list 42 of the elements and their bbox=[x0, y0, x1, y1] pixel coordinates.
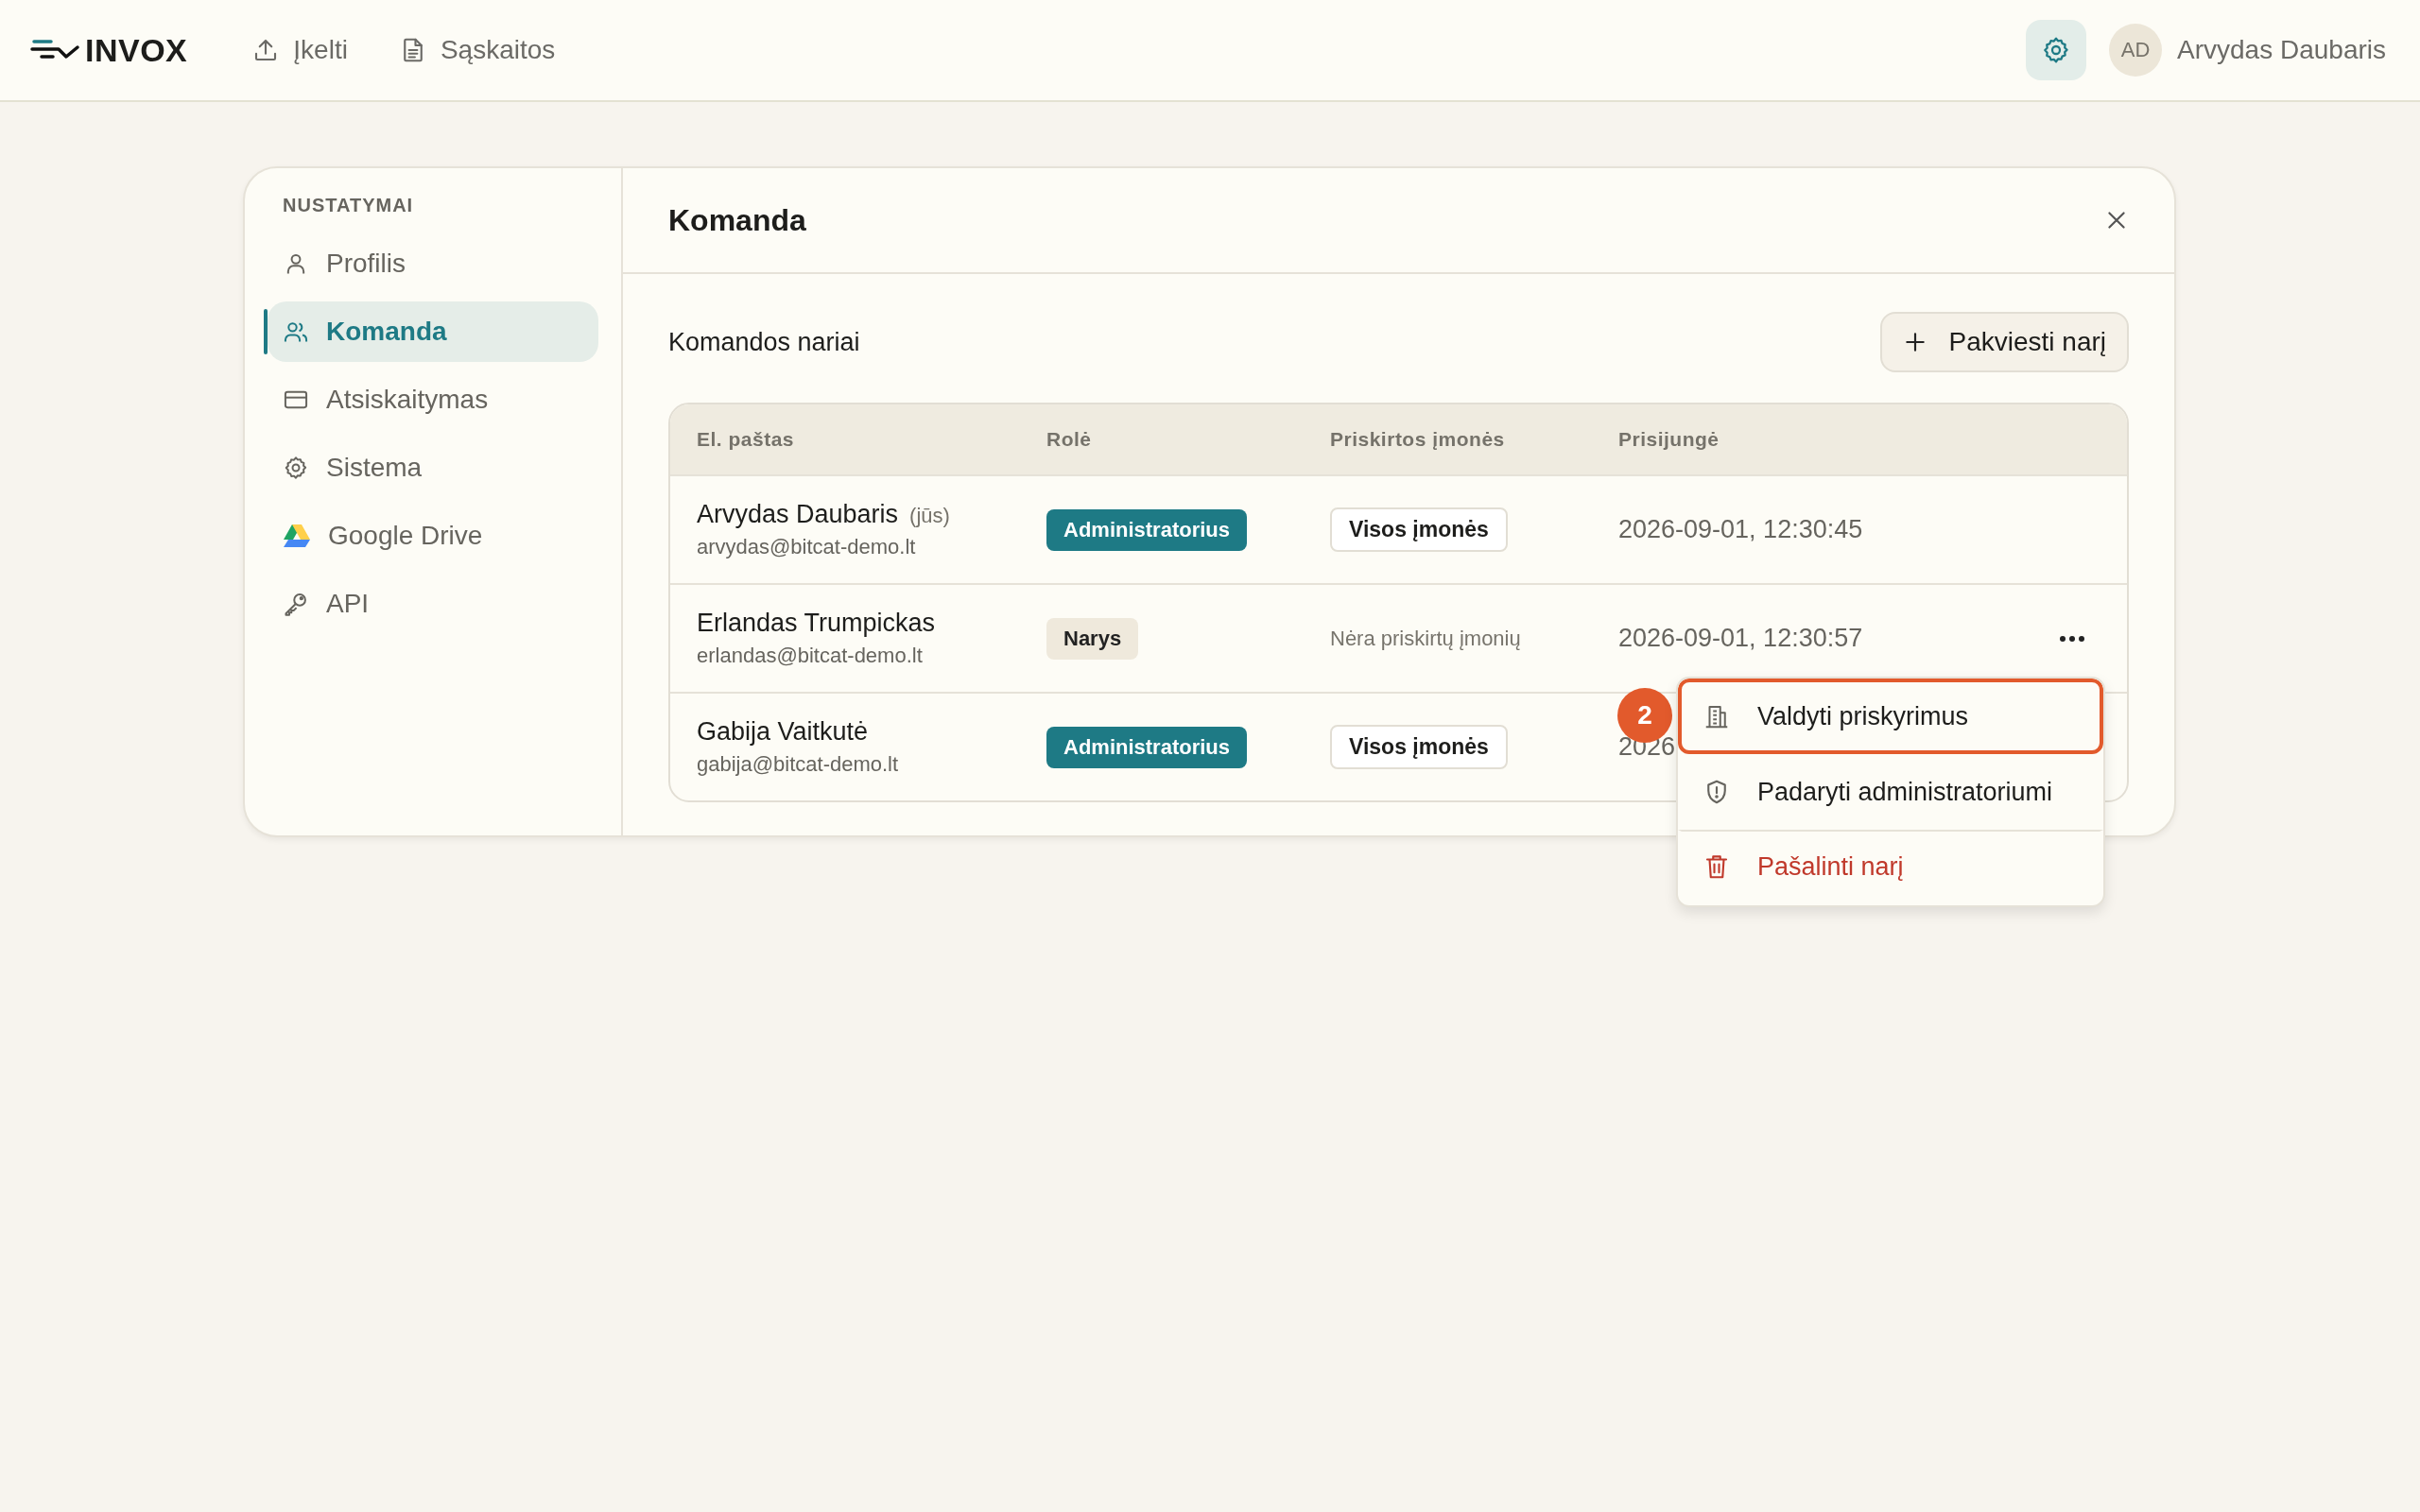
column-header: Prisijungė bbox=[1618, 428, 1720, 451]
section-title: Komandos nariai bbox=[668, 327, 860, 357]
key-icon bbox=[283, 591, 309, 617]
sidebar-heading: NUSTATYMAI bbox=[282, 195, 415, 217]
member-email: arvydas@bitcat-demo.lt bbox=[697, 535, 917, 559]
user-avatar[interactable]: AD bbox=[2109, 24, 2162, 77]
member-name: Gabija Vaitkutė bbox=[697, 717, 869, 747]
sidebar-item[interactable]: Google Drive bbox=[268, 506, 598, 566]
last-login: 2026-09-01, 12:30:57 bbox=[1618, 624, 1863, 653]
nav-link[interactable]: Sąskaitos bbox=[398, 35, 556, 65]
column-header: El. paštas bbox=[697, 428, 796, 451]
member-email: erlandas@bitcat-demo.lt bbox=[697, 644, 924, 668]
member-name: Arvydas Daubaris bbox=[697, 500, 899, 529]
more-icon[interactable] bbox=[2059, 634, 2085, 643]
nav-link[interactable]: Įkelti bbox=[251, 35, 348, 65]
settings-icon bbox=[2041, 35, 2071, 65]
role-badge: Administratorius bbox=[1046, 508, 1248, 551]
user-name[interactable]: Arvydas Daubaris bbox=[2177, 35, 2386, 65]
role-badge: Narys bbox=[1046, 617, 1139, 660]
menu-item[interactable]: Valdyti priskyrimus bbox=[1678, 679, 2103, 754]
companies-badge: Visos įmonės bbox=[1330, 725, 1508, 769]
companies-badge: Visos įmonės bbox=[1330, 507, 1508, 552]
companies-text: Nėra priskirtų įmonių bbox=[1330, 626, 1522, 651]
sidebar-item[interactable]: Sistema bbox=[268, 438, 598, 498]
sidebar-item[interactable]: Atsiskaitymas bbox=[268, 369, 598, 430]
settings-icon bbox=[283, 455, 309, 481]
you-tag: (jūs) bbox=[909, 504, 950, 528]
role-badge: Administratorius bbox=[1046, 726, 1248, 768]
member-name: Erlandas Trumpickas bbox=[697, 609, 936, 638]
triangle-logo-icon bbox=[283, 523, 311, 549]
column-header: Rolė bbox=[1046, 428, 1093, 451]
logo-text: INVOX bbox=[85, 31, 188, 69]
column-header: Priskirtos įmonės bbox=[1330, 428, 1506, 451]
sidebar-item[interactable]: Profilis bbox=[268, 233, 598, 294]
invite-button[interactable]: Pakviesti narį bbox=[1880, 312, 2129, 372]
last-login: 2026-09-01, 12:30:45 bbox=[1618, 515, 1863, 544]
menu-item[interactable]: Padaryti administratoriumi bbox=[1678, 754, 2103, 830]
settings-button[interactable] bbox=[2026, 20, 2086, 80]
menu-item[interactable]: Pašalinti narį bbox=[1678, 830, 2103, 905]
member-email: gabija@bitcat-demo.lt bbox=[697, 752, 900, 777]
sidebar-item[interactable]: API bbox=[268, 574, 598, 634]
dialog-title: Komanda bbox=[668, 202, 806, 238]
